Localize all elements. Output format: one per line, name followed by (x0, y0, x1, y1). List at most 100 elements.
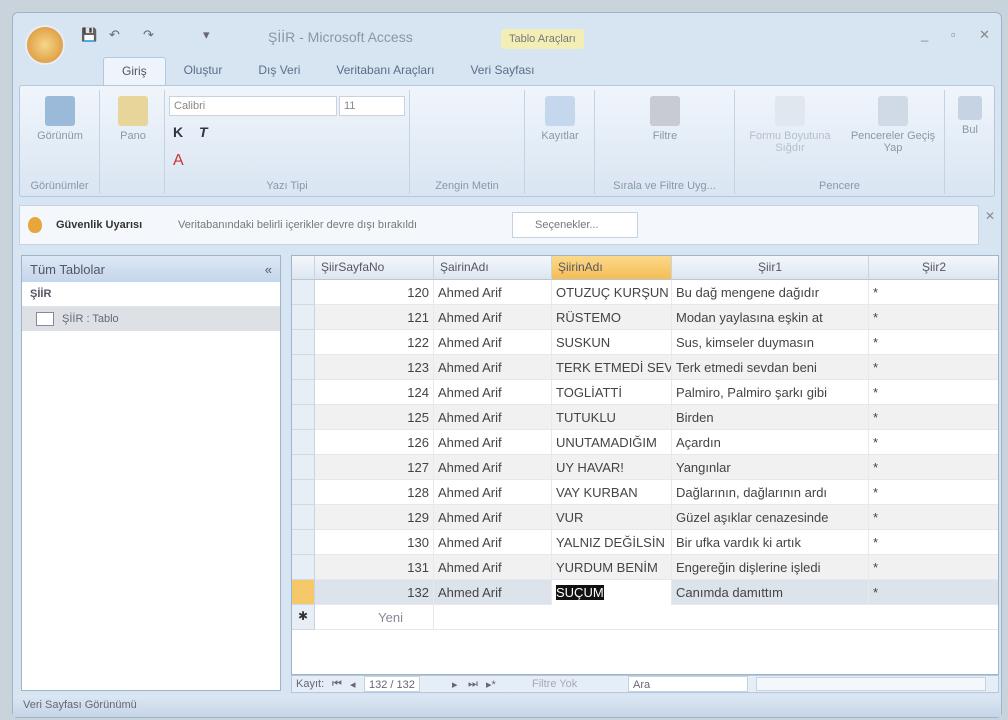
table-cell[interactable]: Ahmed Arif (434, 555, 552, 580)
table-cell[interactable]: Ahmed Arif (434, 305, 552, 330)
switch-windows-button[interactable]: Pencereler Geçiş Yap (843, 96, 943, 154)
row-selector[interactable] (292, 330, 315, 355)
table-cell[interactable]: Ahmed Arif (434, 355, 552, 380)
new-record-icon[interactable]: ▸* (486, 678, 496, 691)
table-row[interactable]: 128 Ahmed Arif VAY KURBAN Dağlarının, dağla… (292, 480, 998, 505)
column-header[interactable]: ŞairinAdı (434, 256, 552, 280)
view-button[interactable]: Görünüm (30, 96, 90, 142)
table-cell[interactable]: * (869, 530, 998, 555)
filter-status[interactable]: Filtre Yok (532, 678, 577, 690)
table-cell[interactable]: * (869, 280, 998, 305)
table-cell[interactable]: Palmiro, Palmiro şarkı gibi (672, 380, 869, 405)
table-cell[interactable]: VUR (552, 505, 672, 530)
tab-external-data[interactable]: Dış Veri (240, 57, 318, 85)
table-cell[interactable]: Engereğin dişlerine işledi (672, 555, 869, 580)
table-cell[interactable]: * (869, 555, 998, 580)
table-cell[interactable]: 131 (315, 555, 434, 580)
row-selector[interactable] (292, 580, 315, 605)
tab-database-tools[interactable]: Veritabanı Araçları (318, 57, 452, 85)
row-selector[interactable] (292, 405, 315, 430)
table-cell[interactable]: Ahmed Arif (434, 280, 552, 305)
row-selector[interactable] (292, 305, 315, 330)
nav-item-table[interactable]: ŞİİR : Tablo (22, 307, 280, 331)
table-cell[interactable]: Ahmed Arif (434, 330, 552, 355)
table-cell[interactable]: 124 (315, 380, 434, 405)
table-row[interactable]: 129 Ahmed Arif VUR Güzel aşıklar cenazesind… (292, 505, 998, 530)
table-cell[interactable]: VAY KURBAN (552, 480, 672, 505)
table-cell[interactable]: Ahmed Arif (434, 405, 552, 430)
save-icon[interactable]: 💾 (81, 27, 97, 43)
office-button[interactable] (25, 25, 65, 65)
table-row[interactable]: 125 Ahmed Arif TUTUKLU Birden * (292, 405, 998, 430)
table-row[interactable]: 121 Ahmed Arif RÜSTEMO Modan yaylasına eşki… (292, 305, 998, 330)
table-cell[interactable]: UNUTAMADIĞIM (552, 430, 672, 455)
row-selector[interactable] (292, 480, 315, 505)
table-cell[interactable]: Ahmed Arif (434, 430, 552, 455)
selected-text[interactable]: SUÇUM (556, 585, 604, 600)
table-cell[interactable]: SUSKUN (552, 330, 672, 355)
table-cell[interactable]: * (869, 505, 998, 530)
table-cell[interactable]: 120 (315, 280, 434, 305)
collapse-icon[interactable]: « (265, 262, 272, 277)
table-cell[interactable]: Bir ufka vardık ki artık (672, 530, 869, 555)
table-cell[interactable]: * (869, 330, 998, 355)
italic-button[interactable]: T (199, 124, 208, 140)
table-cell[interactable]: Ahmed Arif (434, 530, 552, 555)
table-cell[interactable]: YALNIZ DEĞİLSİN (552, 530, 672, 555)
row-selector[interactable] (292, 430, 315, 455)
close-security-bar-icon[interactable]: ✕ (985, 209, 995, 223)
nav-header[interactable]: Tüm Tablolar « (22, 256, 280, 282)
table-cell[interactable]: * (869, 405, 998, 430)
table-cell[interactable]: Canımda damıttım (672, 580, 869, 605)
column-header[interactable]: Şiir2 (869, 256, 998, 280)
records-button[interactable]: Kayıtlar (530, 96, 590, 142)
nav-group-header[interactable]: ŞİİR (22, 282, 280, 307)
table-cell[interactable]: Açardın (672, 430, 869, 455)
new-record-row[interactable]: ✱ Yeni (292, 605, 998, 630)
row-selector[interactable] (292, 355, 315, 380)
font-name-select[interactable]: Calibri (169, 96, 337, 116)
table-cell[interactable]: * (869, 580, 998, 605)
minimize-icon[interactable]: _ (921, 27, 928, 42)
table-cell[interactable]: SUÇUM (552, 580, 672, 605)
table-cell[interactable]: 125 (315, 405, 434, 430)
tab-datasheet[interactable]: Veri Sayfası (452, 57, 552, 85)
table-row[interactable]: 122 Ahmed Arif SUSKUN Sus, kimseler duyması… (292, 330, 998, 355)
options-button[interactable]: Seçenekler... (512, 212, 638, 238)
table-cell[interactable]: Birden (672, 405, 869, 430)
table-cell[interactable]: 126 (315, 430, 434, 455)
first-record-icon[interactable]: ⏮ (332, 678, 342, 691)
table-cell[interactable]: Yangınlar (672, 455, 869, 480)
last-record-icon[interactable]: ⏭ (468, 678, 478, 691)
column-header[interactable]: ŞiirinAdı (552, 256, 672, 280)
row-selector[interactable] (292, 280, 315, 305)
table-cell[interactable]: TERK ETMEDİ SEVDAN (552, 355, 672, 380)
table-row[interactable]: 127 Ahmed Arif UY HAVAR! Yangınlar * (292, 455, 998, 480)
undo-icon[interactable]: ↶ (109, 27, 120, 43)
table-cell[interactable]: 132 (315, 580, 434, 605)
bold-button[interactable]: K (173, 124, 183, 140)
table-cell[interactable]: 122 (315, 330, 434, 355)
table-cell[interactable]: * (869, 355, 998, 380)
horizontal-scrollbar[interactable] (756, 677, 986, 691)
size-to-fit-button[interactable]: Formu Boyutuna Sığdır (740, 96, 840, 154)
table-cell[interactable]: 128 (315, 480, 434, 505)
table-cell[interactable]: Ahmed Arif (434, 380, 552, 405)
filter-button[interactable]: Filtre (645, 96, 685, 142)
row-selector[interactable] (292, 530, 315, 555)
find-button[interactable]: Bul (950, 96, 990, 136)
table-cell[interactable]: * (869, 305, 998, 330)
table-cell[interactable]: TOGLİATTİ (552, 380, 672, 405)
table-cell[interactable]: Ahmed Arif (434, 480, 552, 505)
table-cell[interactable]: * (869, 480, 998, 505)
record-position-input[interactable]: 132 / 132 (364, 676, 420, 692)
search-input[interactable]: Ara (628, 676, 748, 692)
table-row[interactable]: 132 Ahmed Arif SUÇUM Canımda damıttım * (292, 580, 998, 605)
table-cell[interactable]: UY HAVAR! (552, 455, 672, 480)
table-row[interactable]: 124 Ahmed Arif TOGLİATTİ Palmiro, Palmiro ş… (292, 380, 998, 405)
row-selector[interactable] (292, 505, 315, 530)
font-color-icon[interactable]: A (173, 152, 184, 170)
table-cell[interactable]: Sus, kimseler duymasın (672, 330, 869, 355)
table-cell[interactable]: Dağlarının, dağlarının ardı (672, 480, 869, 505)
table-cell[interactable]: Ahmed Arif (434, 455, 552, 480)
